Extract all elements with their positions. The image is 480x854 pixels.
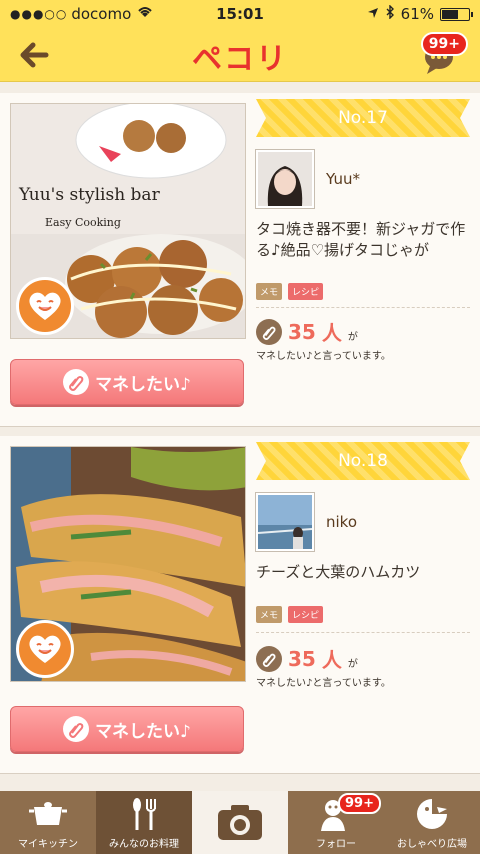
heart-face-icon[interactable]	[16, 620, 74, 678]
wifi-icon	[137, 6, 153, 22]
mane-count-particle: が	[347, 659, 358, 670]
bluetooth-icon	[385, 4, 395, 23]
username[interactable]: niko	[326, 513, 357, 531]
tab-label: おしゃべり広場	[397, 839, 467, 850]
tab-bar: マイキッチン みんなのお料理 99+ フォロー おしゃべり広場	[0, 791, 480, 854]
tab-label: マイキッチン	[18, 839, 78, 850]
battery-fill	[442, 9, 458, 19]
tag-group: メモ レシピ	[256, 283, 324, 300]
clip-count-icon	[256, 318, 282, 345]
battery-icon	[440, 7, 473, 21]
mane-count-particle: が	[347, 332, 358, 343]
photo-caption-subtitle: Easy Cooking	[45, 216, 121, 229]
mane-count-text: マネしたい♪と言っています。	[256, 351, 391, 362]
rank-ribbon: No.18	[256, 442, 470, 480]
tab-chat-plaza[interactable]: おしゃべり広場	[384, 791, 480, 854]
memo-tag: メモ	[256, 283, 283, 300]
utensils-icon	[133, 798, 156, 830]
mane-button-label: マネしたい♪	[95, 721, 191, 742]
mane-count-text: マネしたい♪と言っています。	[256, 678, 391, 689]
tab-follow[interactable]: 99+ フォロー	[288, 791, 384, 854]
clip-icon	[63, 369, 90, 395]
tab-label: みんなのお料理	[109, 839, 179, 850]
mane-button[interactable]: マネしたい♪	[10, 359, 244, 405]
avatar[interactable]	[256, 150, 314, 208]
divider	[256, 307, 470, 308]
signal-icon: ●●●○○	[10, 7, 68, 21]
mane-count-row: 35 人 が	[256, 317, 358, 346]
carrier-label: docomo	[71, 5, 132, 23]
recipe-title[interactable]: タコ焼き器不要！新ジャガで作る♪絶品♡揚げタコじゃが	[256, 219, 470, 261]
photo-caption-title: Yuu's stylish bar	[18, 185, 161, 205]
memo-tag: メモ	[256, 606, 283, 623]
tab-camera[interactable]	[192, 791, 288, 854]
recipe-feed[interactable]: Yuu's stylish bar Easy Cooking マネしたい♪ No…	[0, 83, 480, 791]
notification-badge: 99+	[420, 32, 468, 56]
mane-count-unit: 人	[321, 321, 342, 345]
mane-count-row: 35 人 が	[256, 644, 358, 673]
notifications-button[interactable]: 99+	[420, 32, 468, 76]
recipe-tag: レシピ	[288, 283, 324, 300]
username[interactable]: Yuu*	[326, 170, 360, 188]
pot-icon	[29, 802, 67, 825]
app-logo: ペコリ	[192, 42, 288, 77]
tab-label: フォロー	[316, 839, 356, 850]
rank-ribbon: No.17	[256, 99, 470, 137]
recipe-title[interactable]: チーズと大葉のハムカツ	[256, 562, 470, 583]
chat-face-icon	[417, 799, 447, 829]
mane-button[interactable]: マネしたい♪	[10, 706, 244, 752]
mane-count-unit: 人	[321, 648, 342, 672]
divider	[256, 632, 470, 633]
location-icon	[367, 5, 379, 23]
status-bar: ●●●○○ docomo 15:01 61%	[0, 0, 480, 28]
user-row[interactable]: niko	[256, 490, 470, 554]
avatar[interactable]	[256, 493, 314, 551]
user-row[interactable]: Yuu*	[256, 147, 470, 211]
battery-percent: 61%	[400, 5, 434, 23]
recipe-tag: レシピ	[288, 606, 324, 623]
tag-group: メモ レシピ	[256, 606, 324, 623]
tab-my-kitchen[interactable]: マイキッチン	[0, 791, 96, 854]
ranking-card: マネしたい♪ No.18 niko チーズと大葉のハムカツ メモ レシピ 35 …	[0, 436, 480, 774]
follow-badge: 99+	[338, 793, 381, 814]
ranking-card: Yuu's stylish bar Easy Cooking マネしたい♪ No…	[0, 93, 480, 427]
mane-button-label: マネしたい♪	[95, 374, 191, 395]
mane-count: 35	[288, 319, 316, 344]
clip-icon	[63, 716, 90, 742]
nav-bar: ペコリ 99+	[0, 28, 480, 82]
clip-count-icon	[256, 645, 282, 672]
camera-icon	[218, 805, 262, 840]
heart-face-icon[interactable]	[16, 277, 74, 335]
mane-count: 35	[288, 646, 316, 671]
tab-everyones-dishes[interactable]: みんなのお料理	[96, 791, 192, 854]
